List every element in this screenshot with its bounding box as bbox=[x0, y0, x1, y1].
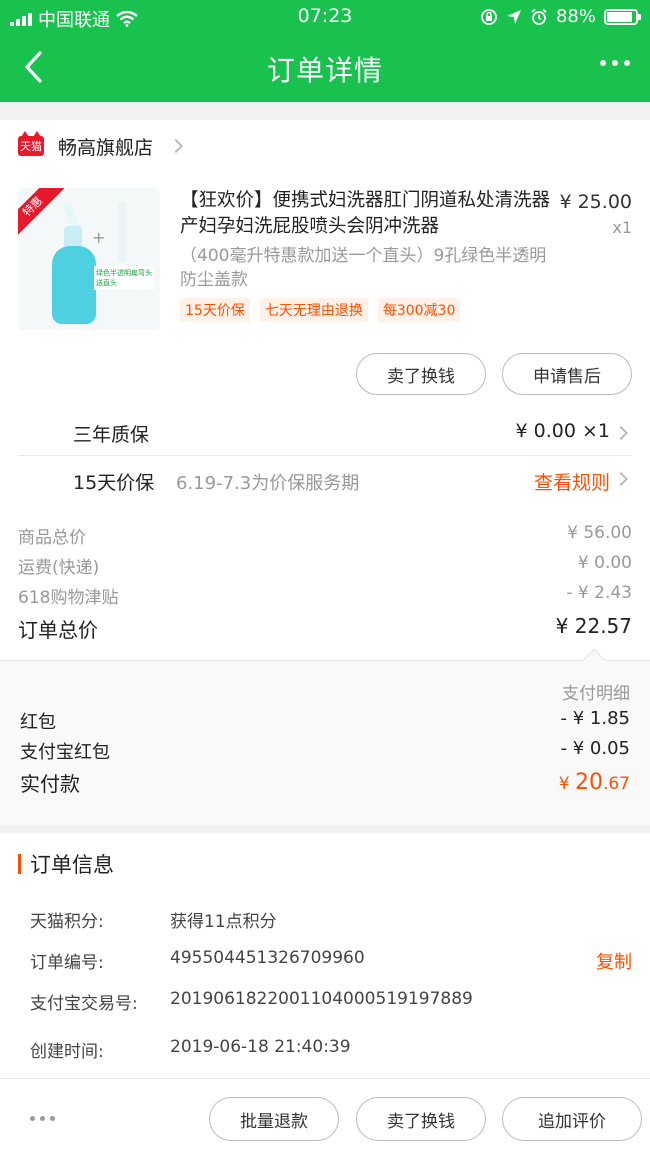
more-actions-icon[interactable] bbox=[30, 1116, 55, 1121]
page-title: 订单详情 bbox=[266, 54, 383, 87]
goods-total-row: 商品总价 ¥ 56.00 bbox=[18, 523, 632, 548]
paid-amount-label: 实付款 bbox=[20, 772, 80, 796]
product-price: ¥ 25.00 bbox=[559, 191, 632, 213]
shipping-value: ¥ 0.00 bbox=[577, 553, 632, 573]
copy-order-number-button[interactable]: 复制 bbox=[596, 948, 632, 974]
sell-for-cash-button[interactable]: 卖了换钱 bbox=[356, 353, 486, 395]
status-bar: 中国联通 07:23 88% bbox=[0, 0, 650, 34]
order-info-heading: 订单信息 bbox=[18, 851, 114, 877]
location-icon bbox=[506, 9, 521, 24]
alipay-redpacket-label: 支付宝红包 bbox=[20, 742, 110, 763]
shipping-row: 运费(快递) ¥ 0.00 bbox=[18, 553, 632, 578]
order-item-card: 天猫 畅高旗舰店 特惠 + 绿色半透明扁弯头送直头 【狂欢价】便携式妇洗器肛门阴… bbox=[0, 120, 650, 825]
sell-for-cash-button[interactable]: 卖了换钱 bbox=[356, 1097, 486, 1141]
product-image[interactable]: 特惠 + 绿色半透明扁弯头送直头 bbox=[18, 188, 160, 330]
more-icon[interactable] bbox=[600, 60, 630, 66]
created-time-value: 2019-06-18 21:40:39 bbox=[170, 1037, 351, 1057]
subsidy-value: - ¥ 2.43 bbox=[566, 583, 632, 603]
order-number-label: 订单编号: bbox=[30, 953, 104, 973]
rotation-lock-icon bbox=[481, 8, 497, 25]
tag-seven-day-return: 七天无理由退换 bbox=[259, 298, 368, 322]
chevron-right-icon bbox=[168, 138, 184, 154]
tag-discount: 每300减30 bbox=[377, 298, 461, 322]
paid-amount-value: ¥ 20.67 bbox=[558, 770, 630, 795]
order-number-value: 495504451326709960 bbox=[170, 948, 365, 968]
order-total-row: 订单总价 ¥ 22.57 bbox=[18, 614, 632, 643]
battery-percent: 88% bbox=[555, 6, 596, 27]
chevron-right-icon bbox=[613, 425, 629, 441]
product-quantity: x1 bbox=[612, 218, 632, 237]
store-row[interactable]: 天猫 畅高旗舰店 bbox=[18, 131, 184, 159]
header: 中国联通 07:23 88% 订单详情 bbox=[0, 0, 650, 102]
warranty-row[interactable]: 三年质保 ¥ 0.00 ×1 bbox=[18, 410, 632, 456]
battery-icon bbox=[604, 8, 641, 25]
promo-badge: 特惠 bbox=[18, 188, 65, 239]
points-label: 天猫积分: bbox=[30, 912, 104, 932]
redpacket-value: - ¥ 1.85 bbox=[560, 708, 630, 729]
alipay-redpacket-value: - ¥ 0.05 bbox=[560, 738, 630, 759]
created-time-label: 创建时间: bbox=[30, 1042, 104, 1062]
product-sku: （400毫升特惠款加送一个直头）9孔绿色半透明防尘盖款 bbox=[180, 246, 547, 290]
price-protect-label: 15天价保 bbox=[73, 472, 155, 494]
warranty-value: ¥ 0.00 ×1 bbox=[515, 420, 610, 442]
redpacket-label: 红包 bbox=[20, 712, 56, 733]
chevron-right-icon bbox=[613, 471, 629, 487]
redpacket-row: 红包 - ¥ 1.85 bbox=[20, 708, 630, 734]
bottom-action-bar: 批量退款 卖了换钱 追加评价 bbox=[0, 1078, 650, 1155]
product-tags: 15天价保 七天无理由退换 每300减30 bbox=[180, 298, 461, 322]
subsidy-row: 618购物津贴 - ¥ 2.43 bbox=[18, 583, 632, 608]
batch-refund-button[interactable]: 批量退款 bbox=[209, 1097, 339, 1141]
payment-detail-label: 支付明细 bbox=[562, 684, 630, 704]
view-rules-link[interactable]: 查看规则 bbox=[534, 468, 610, 495]
alipay-trade-label: 支付宝交易号: bbox=[30, 994, 138, 1014]
order-total-label: 订单总价 bbox=[18, 618, 98, 642]
warranty-label: 三年质保 bbox=[73, 424, 150, 446]
price-protect-row[interactable]: 15天价保 6.19-7.3为价保服务期 查看规则 bbox=[18, 456, 632, 504]
shipping-label: 运费(快递) bbox=[18, 558, 100, 578]
status-right: 88% bbox=[480, 6, 641, 27]
alarm-icon bbox=[531, 8, 547, 25]
points-value: 获得11点积分 bbox=[170, 912, 277, 932]
append-review-button[interactable]: 追加评价 bbox=[502, 1097, 642, 1141]
goods-total-label: 商品总价 bbox=[18, 528, 86, 548]
subsidy-label: 618购物津贴 bbox=[18, 588, 119, 608]
product-image-label: 绿色半透明扁弯头送直头 bbox=[94, 266, 154, 290]
after-sale-button[interactable]: 申请售后 bbox=[502, 353, 632, 395]
product-title[interactable]: 【狂欢价】便携式妇洗器肛门阴道私处清洗器 产妇孕妇洗屁股喷头会阴冲洗器 bbox=[180, 188, 550, 240]
alipay-trade-value: 2019061822001104000519197889 bbox=[170, 989, 473, 1009]
payment-details: 支付明细 红包 - ¥ 1.85 支付宝红包 - ¥ 0.05 实付款 ¥ 20… bbox=[0, 648, 650, 825]
alipay-redpacket-row: 支付宝红包 - ¥ 0.05 bbox=[20, 738, 630, 764]
store-name: 畅高旗舰店 bbox=[58, 136, 154, 159]
tmall-logo-icon: 天猫 bbox=[18, 131, 44, 156]
nav-bar: 订单详情 bbox=[0, 34, 650, 102]
paid-amount-row: 实付款 ¥ 20.67 bbox=[20, 768, 630, 797]
tag-price-protect: 15天价保 bbox=[180, 298, 250, 322]
order-total-value: ¥ 22.57 bbox=[555, 614, 632, 638]
order-info-card: 订单信息 天猫积分: 获得11点积分 订单编号: 495504451326709… bbox=[0, 833, 650, 1078]
goods-total-value: ¥ 56.00 bbox=[567, 523, 632, 543]
price-protect-desc: 6.19-7.3为价保服务期 bbox=[176, 473, 360, 494]
